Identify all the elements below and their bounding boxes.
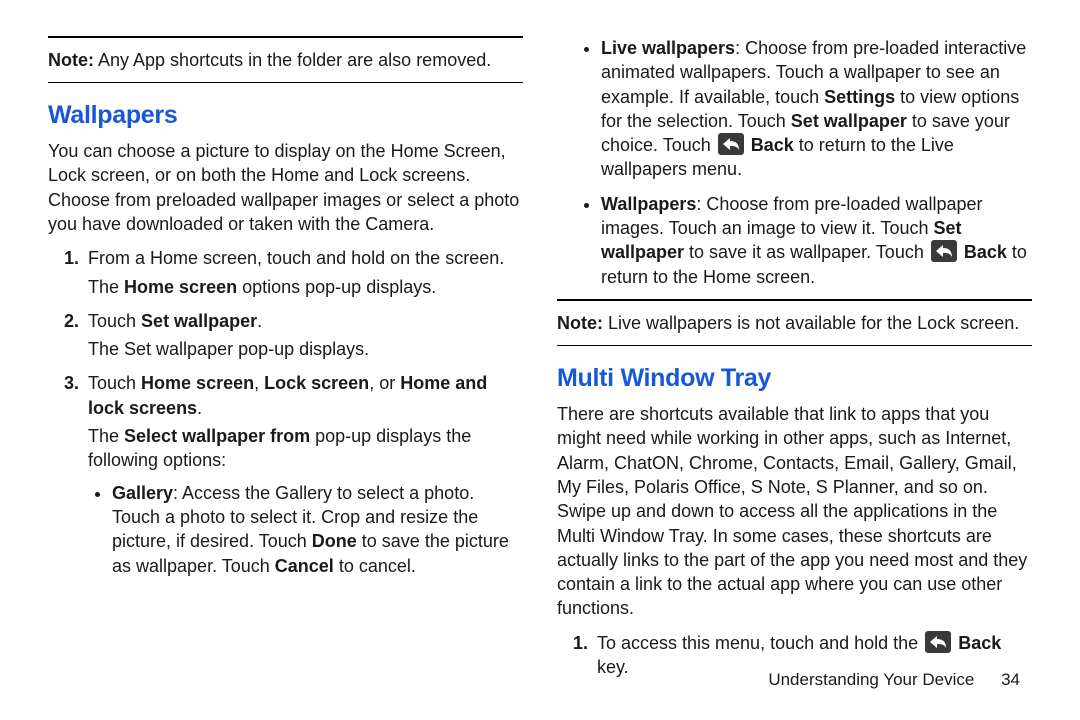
- note-label: Note:: [48, 50, 94, 70]
- step3-m2: , or: [369, 373, 400, 393]
- step3-sub-bold: Select wallpaper from: [124, 426, 310, 446]
- step1-sub-pre: The: [88, 277, 124, 297]
- wallpaper-steps: From a Home screen, touch and hold on th…: [48, 246, 523, 578]
- step3-pre: Touch: [88, 373, 141, 393]
- note-text: Any App shortcuts in the folder are also…: [94, 50, 491, 70]
- step3-post: .: [197, 398, 202, 418]
- step3-b1: Home screen: [141, 373, 254, 393]
- note-live-lock: Note: Live wallpapers is not available f…: [557, 311, 1032, 335]
- back-icon: [925, 631, 951, 653]
- step1-line: From a Home screen, touch and hold on th…: [88, 248, 504, 268]
- multi-window-intro: There are shortcuts available that link …: [557, 402, 1032, 621]
- bullet-gallery-label: Gallery: [112, 483, 173, 503]
- heading-wallpapers: Wallpapers: [48, 99, 523, 133]
- page-number: 34: [1001, 670, 1020, 689]
- step2-sub: The Set wallpaper pop-up displays.: [88, 337, 523, 361]
- bullet-gallery-c: to cancel.: [334, 556, 416, 576]
- heading-multi-window: Multi Window Tray: [557, 362, 1032, 396]
- back-icon: [718, 133, 744, 155]
- back-icon: [931, 240, 957, 262]
- rule-top: [48, 36, 523, 38]
- bullet-gallery-done: Done: [312, 531, 357, 551]
- bullet-wp-back: Back: [964, 242, 1007, 262]
- multi-step1-back: Back: [958, 633, 1001, 653]
- bullet-wallpapers: Wallpapers: Choose from pre-loaded wallp…: [601, 192, 1032, 289]
- right-column: Live wallpapers: Choose from pre-loaded …: [557, 30, 1032, 689]
- wallpapers-intro: You can choose a picture to display on t…: [48, 139, 523, 236]
- footer-section: Understanding Your Device: [768, 670, 974, 689]
- wallpaper-source-list-cont: Live wallpapers: Choose from pre-loaded …: [557, 36, 1032, 289]
- bullet-wp-label: Wallpapers: [601, 194, 696, 214]
- step3-sub-pre: The: [88, 426, 124, 446]
- step1-sub: The Home screen options pop-up displays.: [88, 275, 523, 299]
- step1-sub-post: options pop-up displays.: [237, 277, 436, 297]
- rule-above-note2: [557, 299, 1032, 301]
- manual-page: Note: Any App shortcuts in the folder ar…: [0, 0, 1080, 720]
- note2-label: Note:: [557, 313, 603, 333]
- bullet-live-back: Back: [751, 135, 794, 155]
- bullet-live-wallpapers: Live wallpapers: Choose from pre-loaded …: [601, 36, 1032, 182]
- rule-under-note: [48, 82, 523, 83]
- step3-m1: ,: [254, 373, 264, 393]
- bullet-live-label: Live wallpapers: [601, 38, 735, 58]
- note2-text: Live wallpapers is not available for the…: [603, 313, 1019, 333]
- step2-post: .: [257, 311, 262, 331]
- bullet-gallery: Gallery: Access the Gallery to select a …: [112, 481, 523, 578]
- step3-sub: The Select wallpaper from pop-up display…: [88, 424, 523, 473]
- bullet-gallery-cancel: Cancel: [275, 556, 334, 576]
- step-1: From a Home screen, touch and hold on th…: [84, 246, 523, 299]
- step2-bold: Set wallpaper: [141, 311, 257, 331]
- step-3: Touch Home screen, Lock screen, or Home …: [84, 371, 523, 577]
- step1-sub-bold: Home screen: [124, 277, 237, 297]
- step3-b2: Lock screen: [264, 373, 369, 393]
- step-2: Touch Set wallpaper. The Set wallpaper p…: [84, 309, 523, 362]
- rule-below-note2: [557, 345, 1032, 346]
- bullet-live-setwp: Set wallpaper: [791, 111, 907, 131]
- bullet-live-settings: Settings: [824, 87, 895, 107]
- page-footer: Understanding Your Device 34: [768, 669, 1020, 692]
- wallpaper-source-list: Gallery: Access the Gallery to select a …: [88, 481, 523, 578]
- left-column: Note: Any App shortcuts in the folder ar…: [48, 30, 523, 689]
- two-column-layout: Note: Any App shortcuts in the folder ar…: [48, 30, 1032, 689]
- multi-step1-b: key.: [597, 657, 629, 677]
- bullet-wp-b: to save it as wallpaper. Touch: [684, 242, 929, 262]
- note-shortcuts: Note: Any App shortcuts in the folder ar…: [48, 48, 523, 72]
- step2-pre: Touch: [88, 311, 141, 331]
- multi-step1-a: To access this menu, touch and hold the: [597, 633, 923, 653]
